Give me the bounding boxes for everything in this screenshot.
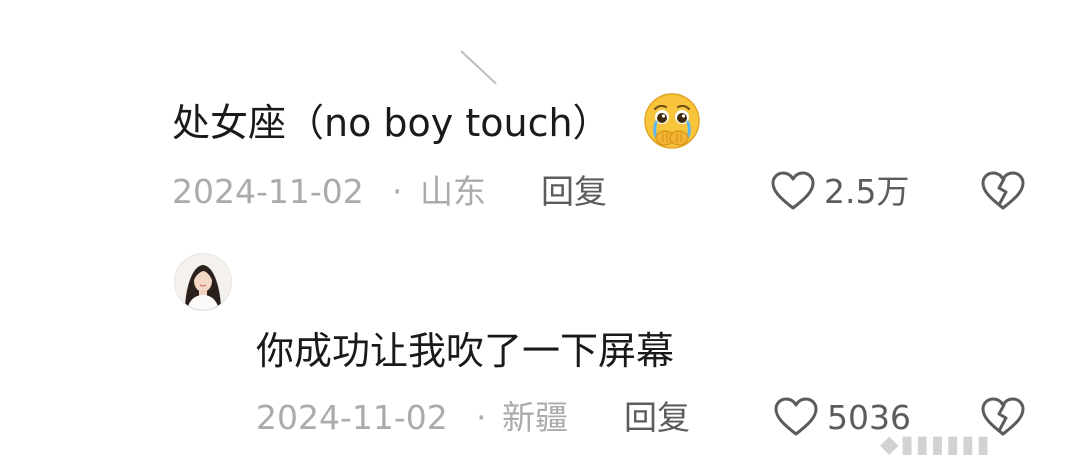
crying-pleading-face-emoji bbox=[643, 92, 701, 150]
dislike-broken-heart-icon[interactable] bbox=[980, 170, 1026, 212]
comment-date: 2024-11-02 bbox=[172, 172, 364, 211]
comment-location: 新疆 bbox=[502, 398, 568, 437]
meta-separator: · bbox=[392, 172, 403, 211]
comment-text: 你成功让我吹了一下屏幕 bbox=[256, 329, 675, 373]
comment-text: 处女座（no boy touch） bbox=[172, 101, 611, 145]
heart-icon bbox=[770, 170, 816, 212]
woman-portrait-avatar bbox=[175, 254, 231, 310]
like-count: 2.5万 bbox=[824, 172, 910, 211]
comment-date: 2024-11-02 bbox=[256, 398, 448, 437]
comment-item: 处女座（no boy touch） 2024-11-02 · 山东 回复 2.5… bbox=[0, 0, 1080, 230]
reply-button[interactable]: 回复 bbox=[541, 175, 607, 208]
like-button[interactable]: 2.5万 bbox=[770, 168, 920, 214]
meta-separator: · bbox=[476, 398, 487, 437]
reply-button[interactable]: 回复 bbox=[624, 401, 690, 434]
comment-location: 山东 bbox=[420, 172, 486, 211]
user-avatar[interactable] bbox=[174, 253, 232, 311]
heart-icon bbox=[773, 396, 819, 438]
watermark: ◆▮▮▮▮▮▮ bbox=[880, 430, 992, 458]
